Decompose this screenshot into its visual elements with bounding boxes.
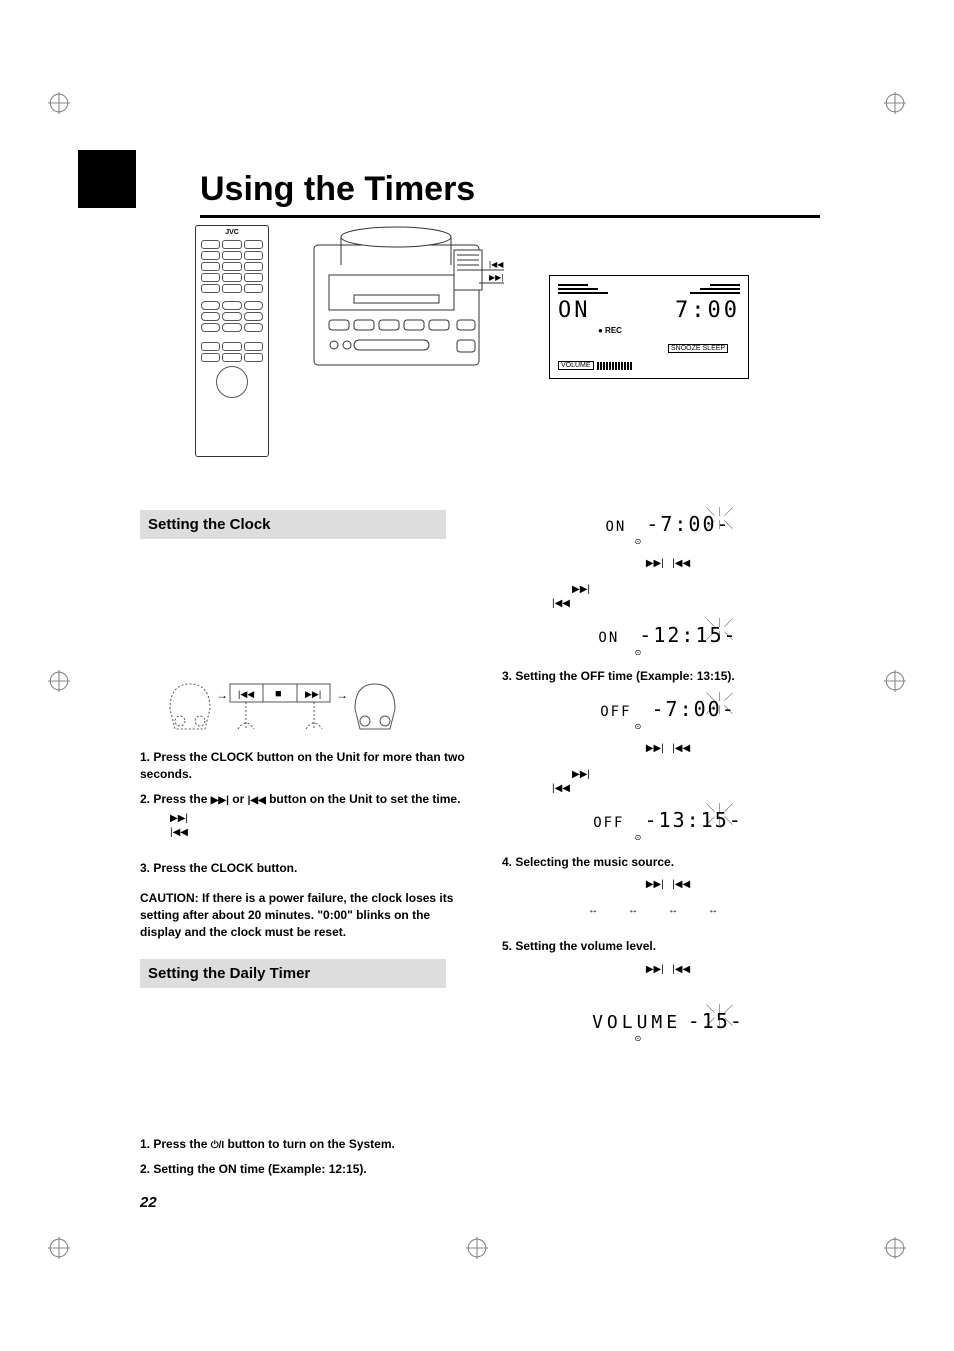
figure-main-unit: |◀◀ ▶▶|: [309, 225, 509, 370]
double-arrow-icon: ↔: [588, 905, 628, 916]
fast-forward-icon: ▶▶|: [646, 964, 664, 975]
double-arrow-icon: ↔: [668, 905, 708, 916]
clock-step-1: 1. Press the CLOCK button on the Unit fo…: [140, 749, 472, 783]
source-cycle-arrows: ↔↔↔↔: [502, 904, 834, 918]
section-heading-clock: Setting the Clock: [140, 510, 446, 539]
fast-forward-icon: ▶▶|: [572, 583, 590, 597]
daily-step-5: 5. Setting the volume level.: [502, 938, 834, 955]
power-icon: ⏻/I: [211, 1140, 224, 1151]
clock-indicator-icon: ⊙: [523, 536, 753, 547]
chapter-tab: [78, 150, 136, 208]
svg-text:→: →: [216, 688, 228, 702]
registration-mark: [48, 92, 70, 114]
rewind-icon: |◀◀: [672, 558, 690, 569]
rewind-icon: |◀◀: [552, 782, 570, 796]
fast-forward-icon: ▶▶|: [646, 743, 664, 754]
rewind-icon: |◀◀: [248, 795, 266, 806]
registration-mark: [884, 92, 906, 114]
svg-text:■: ■: [275, 688, 282, 700]
rewind-icon: |◀◀: [672, 964, 690, 975]
rewind-icon: |◀◀: [672, 743, 690, 754]
daily-step-2: 2. Setting the ON time (Example: 12:15).: [140, 1161, 472, 1178]
lcd-volume-bars-icon: [597, 362, 632, 370]
svg-text:→: →: [336, 688, 348, 702]
svg-text:|◀◀: |◀◀: [238, 689, 254, 699]
fast-forward-icon: ▶▶|: [646, 879, 664, 890]
daily-step-4: 4. Selecting the music source.: [502, 854, 834, 871]
svg-text:▶▶|: ▶▶|: [305, 689, 321, 699]
figure-remote-control: JVC: [195, 225, 269, 457]
twinkle-icon: ＼｜／／｜＼: [706, 617, 733, 642]
lcd-time: 7:00: [675, 300, 740, 322]
page-title: Using the Timers: [200, 170, 834, 209]
lcd-figure-volume: ＼｜／／｜＼ VOLUME -15- ⊙: [583, 1007, 753, 1044]
rewind-icon: |◀◀: [170, 826, 188, 840]
lcd-rec-indicator: ● REC: [598, 326, 740, 335]
double-arrow-icon: ↔: [628, 905, 668, 916]
caution-text: CAUTION: If there is a power failure, th…: [140, 890, 472, 940]
lcd-tuning-bars-left-icon: [558, 284, 608, 296]
clock-indicator-icon: ⊙: [523, 647, 753, 658]
section-heading-daily-timer: Setting the Daily Timer: [140, 959, 446, 988]
right-column: ＼｜／／｜＼ ON-7:00- ⊙ ▶▶| |◀◀ ▶▶| |◀◀ ＼｜／／｜＼…: [502, 500, 834, 1182]
lcd-tuning-bars-right-icon: [690, 284, 740, 296]
left-column: Setting the Clock → |◀◀ ■ ▶▶|: [140, 500, 472, 1182]
fast-forward-icon: ▶▶|: [646, 558, 664, 569]
fast-forward-icon: ▶▶|: [572, 768, 590, 782]
lcd-figure-off-1315: ＼｜／／｜＼ OFF-13:15- ⊙: [583, 806, 753, 843]
registration-mark: [48, 1237, 70, 1259]
lcd-figure-on-1215: ＼｜／／｜＼ ON-12:15- ⊙: [583, 621, 753, 658]
figure-lcd-display: ON 7:00 ● REC SNOOZE SLEEP VOLUME: [549, 275, 749, 379]
rewind-icon: |◀◀: [552, 597, 570, 611]
clock-indicator-icon: ⊙: [523, 832, 753, 843]
registration-mark: [48, 670, 70, 692]
clock-indicator-icon: ⊙: [523, 721, 753, 732]
svg-text:|◀◀: |◀◀: [489, 260, 504, 269]
daily-step-3: 3. Setting the OFF time (Example: 13:15)…: [502, 668, 834, 685]
rewind-icon: |◀◀: [672, 879, 690, 890]
clock-step-3: 3. Press the CLOCK button.: [140, 860, 472, 877]
twinkle-icon: ＼｜／／｜＼: [706, 802, 733, 827]
lcd-figure-on-7: ＼｜／／｜＼ ON-7:00- ⊙: [583, 510, 753, 547]
lcd-status: ON: [558, 300, 591, 322]
twinkle-icon: ＼｜／／｜＼: [706, 1003, 733, 1028]
daily-step-1: 1. Press the ⏻/I button to turn on the S…: [140, 1136, 472, 1153]
svg-text:▶▶|: ▶▶|: [489, 273, 503, 282]
lcd-volume-label: VOLUME: [558, 361, 594, 370]
twinkle-icon: ＼｜／／｜＼: [706, 506, 733, 531]
lcd-snooze-sleep: SNOOZE SLEEP: [668, 344, 728, 353]
double-arrow-icon: ↔: [708, 905, 748, 916]
remote-brand-label: JVC: [196, 229, 268, 236]
registration-mark: [884, 1237, 906, 1259]
page-number: 22: [140, 1194, 157, 1211]
clock-indicator-icon: ⊙: [523, 1033, 753, 1044]
lcd-figure-off-7: ＼｜／／｜＼ OFF-7:00- ⊙: [583, 695, 753, 732]
clock-step-2: 2. Press the ▶▶| or |◀◀ button on the Un…: [140, 791, 472, 808]
registration-mark: [884, 670, 906, 692]
fast-forward-icon: ▶▶|: [170, 812, 188, 826]
title-underline: [200, 215, 820, 218]
fast-forward-icon: ▶▶|: [211, 795, 229, 806]
twinkle-icon: ＼｜／／｜＼: [706, 691, 733, 716]
figure-tape-controls: → |◀◀ ■ ▶▶| →: [160, 669, 420, 739]
registration-mark: [466, 1237, 488, 1259]
